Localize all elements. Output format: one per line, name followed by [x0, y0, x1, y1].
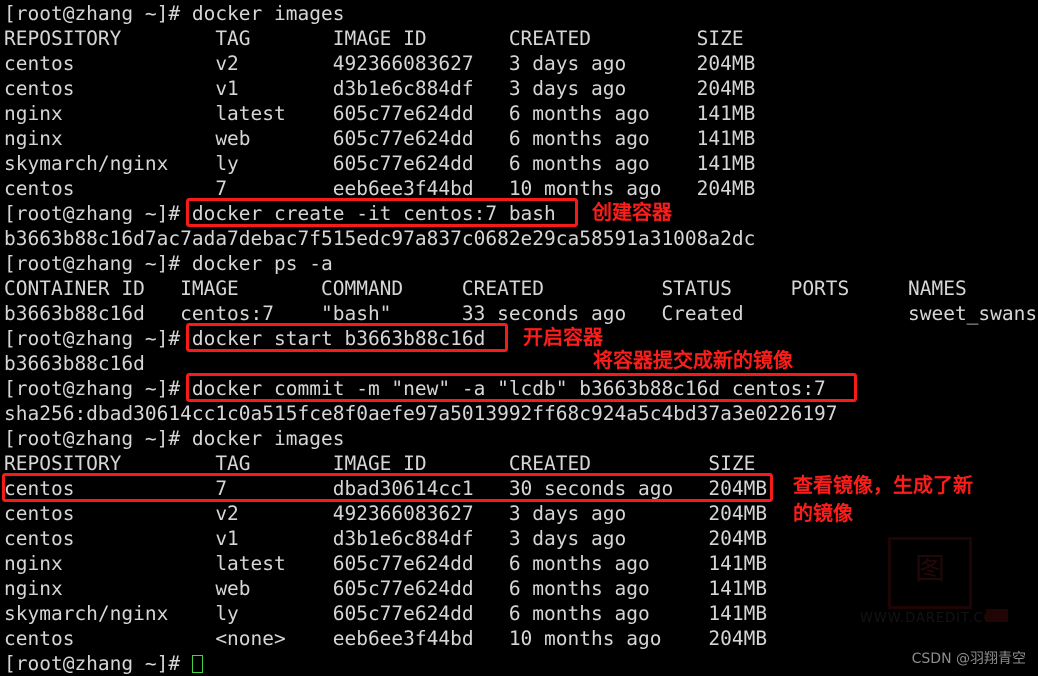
terminal-line: skymarch/nginx ly 605c77e624dd 6 months …: [4, 602, 768, 625]
terminal-line: centos v1 d3b1e6c884df 3 days ago 204MB: [4, 527, 768, 550]
prompt-text: [root@zhang ~]#: [4, 652, 192, 675]
terminal-line: [root@zhang ~]# docker ps -a: [4, 252, 333, 275]
terminal-line: CONTAINER ID IMAGE COMMAND CREATED STATU…: [4, 277, 967, 300]
terminal-line: [root@zhang ~]# docker start b3663b88c16…: [4, 327, 486, 350]
terminal-prompt-line: [root@zhang ~]#: [4, 651, 203, 676]
watermark-seal-icon: 图: [888, 537, 972, 609]
annotation-start-container: 开启容器: [523, 325, 603, 349]
terminal-line: nginx web 605c77e624dd 6 months ago 141M…: [4, 577, 768, 600]
text-cursor: [191, 655, 203, 673]
watermark-accent-block: [986, 609, 1008, 622]
terminal-line: centos v2 492366083627 3 days ago 204MB: [4, 502, 768, 525]
terminal-line: [root@zhang ~]# docker images: [4, 2, 345, 25]
terminal-line: b3663b88c16d centos:7 "bash" 33 seconds …: [4, 302, 1038, 325]
terminal-window[interactable]: [root@zhang ~]# docker images REPOSITORY…: [0, 0, 1038, 676]
annotation-view-images-line1: 查看镜像，生成了新: [793, 473, 973, 497]
terminal-line: nginx latest 605c77e624dd 6 months ago 1…: [4, 102, 756, 125]
terminal-line: nginx latest 605c77e624dd 6 months ago 1…: [4, 552, 768, 575]
annotation-create-container: 创建容器: [592, 200, 672, 224]
terminal-line: b3663b88c16d7ac7ada7debac7f515edc97a837c…: [4, 227, 756, 250]
terminal-line: centos 7 dbad30614cc1 30 seconds ago 204…: [4, 477, 768, 500]
terminal-line: sha256:dbad30614cc1c0a515fce8f0aefe97a50…: [4, 402, 838, 425]
site-watermark: 图 WWW.DAREDIT.COM: [860, 535, 1020, 645]
terminal-line: nginx web 605c77e624dd 6 months ago 141M…: [4, 127, 756, 150]
annotation-view-images-line2: 的镜像: [793, 501, 853, 525]
terminal-line: centos v2 492366083627 3 days ago 204MB: [4, 52, 756, 75]
terminal-line: REPOSITORY TAG IMAGE ID CREATED SIZE: [4, 452, 756, 475]
terminal-line: [root@zhang ~]# docker commit -m "new" -…: [4, 377, 826, 400]
terminal-line: REPOSITORY TAG IMAGE ID CREATED SIZE: [4, 27, 744, 50]
terminal-line: centos 7 eeb6ee3f44bd 10 months ago 204M…: [4, 177, 756, 200]
terminal-line: b3663b88c16d: [4, 352, 145, 375]
terminal-line: [root@zhang ~]# docker create -it centos…: [4, 202, 556, 225]
terminal-line: centos v1 d3b1e6c884df 3 days ago 204MB: [4, 77, 756, 100]
csdn-credit: CSDN @羽翔青空: [911, 651, 1026, 667]
terminal-line: centos <none> eeb6ee3f44bd 10 months ago…: [4, 627, 768, 650]
terminal-line: skymarch/nginx ly 605c77e624dd 6 months …: [4, 152, 756, 175]
watermark-site-text: WWW.DAREDIT.COM: [860, 611, 1008, 626]
annotation-commit-image: 将容器提交成新的镜像: [593, 348, 793, 372]
terminal-line: [root@zhang ~]# docker images: [4, 427, 345, 450]
